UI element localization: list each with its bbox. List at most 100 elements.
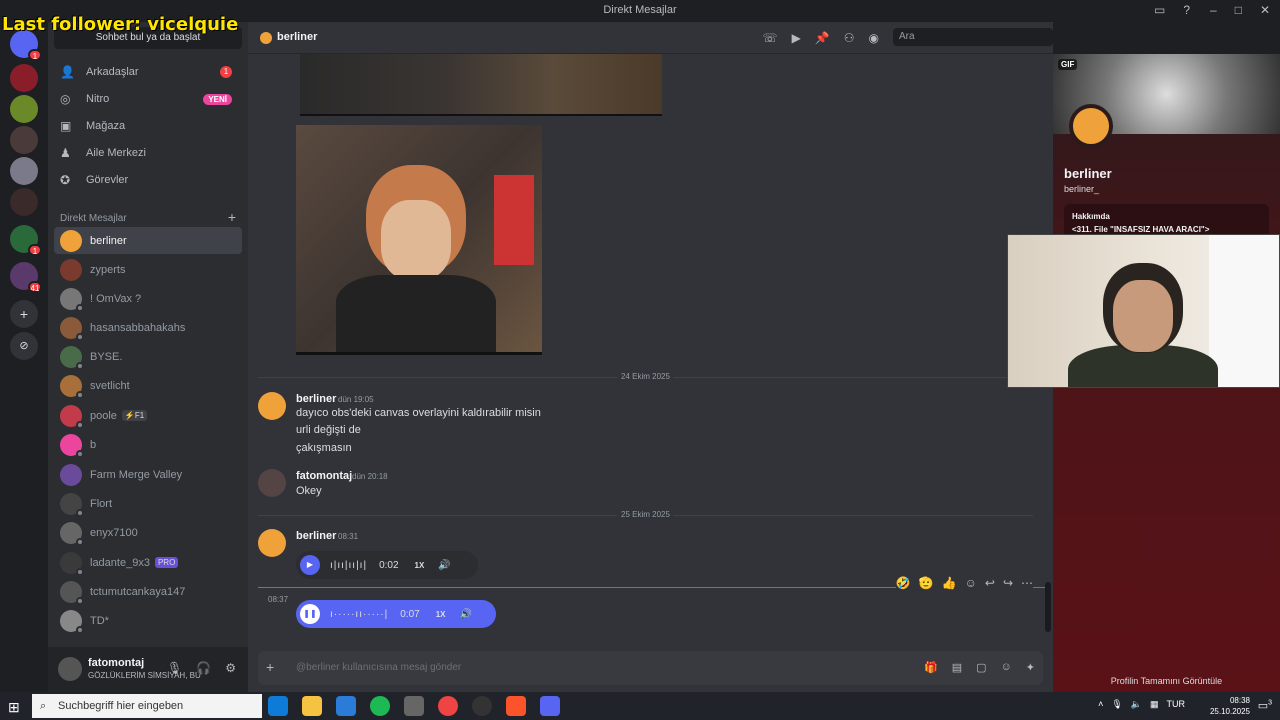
taskbar-search-input[interactable]: ⌕ Suchbegriff hier eingeben [32, 694, 262, 718]
avatar[interactable] [58, 657, 82, 681]
message-text: urli değişti de [296, 424, 361, 436]
calculator-icon[interactable] [404, 696, 424, 716]
store-icon[interactable] [336, 696, 356, 716]
avatar [60, 316, 84, 341]
add-friends-icon[interactable]: ⚇ [844, 31, 855, 49]
brave-icon[interactable] [506, 696, 526, 716]
dm-item[interactable]: b [54, 431, 242, 458]
chevron-up-icon[interactable]: ˄ [1098, 699, 1103, 710]
avatar[interactable] [258, 469, 286, 497]
obs-icon[interactable] [472, 696, 492, 716]
nav-quests[interactable]: ✪ Görevler [54, 168, 242, 192]
reaction-icon[interactable]: 🫡 [919, 576, 934, 590]
more-icon[interactable]: ⋯ [1021, 576, 1033, 590]
speaker-icon[interactable]: 🔈 [1131, 699, 1142, 710]
server-icon[interactable]: 1 [10, 225, 42, 256]
waveform[interactable]: ı|ıı|ıı|ı| [330, 560, 367, 571]
close-button[interactable]: ✕ [1260, 3, 1270, 17]
dm-item[interactable]: poole ⚡F1 [54, 402, 242, 429]
message-author[interactable]: berliner [296, 393, 336, 405]
emoji-icon[interactable]: ☺ [1001, 661, 1012, 674]
server-folder[interactable]: 41 [10, 262, 42, 293]
message-input[interactable]: @berliner kullanıcısına mesaj gönder [296, 662, 461, 673]
dm-item[interactable]: Farm Merge Valley [54, 461, 242, 488]
waveform[interactable]: ı·····ıı·····| [330, 609, 388, 620]
dm-item[interactable]: enyx7100 [54, 519, 242, 546]
pin-icon[interactable]: 📌 [815, 31, 830, 49]
nav-nitro[interactable]: ◎ Nitro YENİ [54, 87, 242, 111]
network-icon[interactable]: ▦ [1150, 699, 1159, 710]
search-input[interactable]: Ara [893, 28, 1053, 46]
inbox-icon[interactable]: ▭ [1154, 3, 1165, 17]
avatar[interactable] [258, 529, 286, 557]
volume-icon[interactable]: 🔊 [460, 609, 472, 620]
windows-start-icon[interactable]: ⊞ [8, 699, 20, 716]
dm-item[interactable]: zyperts [54, 256, 242, 283]
gift-icon[interactable]: 🎁 [924, 661, 938, 674]
nav-friends[interactable]: 👤 Arkadaşlar 1 [54, 60, 242, 84]
sticker-icon[interactable]: ▢ [976, 661, 986, 674]
system-clock[interactable]: 08:38 25.10.2025 [1210, 695, 1250, 717]
pause-button[interactable]: ❚❚ [300, 604, 320, 624]
dm-item[interactable]: tctumutcankaya147 [54, 578, 242, 605]
language-indicator[interactable]: TUR [1167, 699, 1186, 710]
playback-speed-button[interactable]: 1X [436, 610, 446, 619]
reply-icon[interactable]: ↩ [985, 576, 995, 590]
avatar[interactable] [1069, 104, 1113, 148]
server-icon[interactable] [10, 95, 38, 123]
microphone-icon[interactable]: 🎙 [167, 661, 182, 675]
add-reaction-icon[interactable]: ☺ [965, 576, 977, 590]
dm-item[interactable]: BYSE. [54, 343, 242, 370]
dm-item[interactable]: ladante_9x3 PRO [54, 549, 242, 576]
help-icon[interactable]: ? [1183, 3, 1190, 17]
dm-item[interactable]: svetlicht [54, 372, 242, 399]
nav-family-center[interactable]: ♟ Aile Merkezi [54, 141, 242, 165]
reaction-icon[interactable]: 👍 [942, 576, 957, 590]
date-divider: 24 Ekim 2025 [258, 372, 1033, 381]
headphones-icon[interactable]: 🎧 [196, 661, 211, 675]
gif-icon[interactable]: ▤ [952, 661, 962, 674]
dm-item[interactable]: hasansabbahakahs [54, 314, 242, 341]
reaction-icon[interactable]: 🤣 [896, 576, 911, 590]
image-attachment[interactable] [300, 54, 662, 116]
scrollbar[interactable] [1045, 582, 1051, 632]
dm-item-berliner[interactable]: berliner [54, 227, 242, 254]
dm-item[interactable]: TD* [54, 607, 242, 634]
spotify-icon[interactable] [370, 696, 390, 716]
server-icon[interactable] [10, 157, 38, 185]
user-profile-icon[interactable]: ◉ [869, 31, 879, 49]
message-text: Okey [296, 485, 322, 497]
notification-icon[interactable]: ▭3 [1258, 699, 1272, 712]
volume-icon[interactable]: 🔊 [438, 560, 450, 571]
discover-icon[interactable]: ⊘ [10, 332, 38, 360]
nav-shop[interactable]: ▣ Mağaza [54, 114, 242, 138]
create-dm-button[interactable]: + [228, 209, 236, 225]
image-attachment[interactable] [296, 125, 542, 355]
file-explorer-icon[interactable] [302, 696, 322, 716]
server-icon[interactable] [10, 188, 38, 216]
attach-button[interactable]: + [266, 659, 274, 675]
view-full-profile-button[interactable]: Profilin Tamamını Görüntüle [1053, 676, 1280, 686]
gear-icon[interactable]: ⚙ [225, 661, 236, 675]
minimize-button[interactable]: – [1210, 3, 1217, 17]
avatar [60, 580, 84, 605]
discord-icon[interactable] [540, 696, 560, 716]
message-author[interactable]: fatomontaj [296, 470, 352, 482]
chrome-icon[interactable] [438, 696, 458, 716]
server-icon[interactable] [10, 64, 38, 92]
apps-icon[interactable]: ✦ [1026, 661, 1035, 674]
message-author[interactable]: berliner [296, 530, 336, 542]
add-server-button[interactable]: + [10, 300, 38, 328]
play-button[interactable]: ▶ [300, 555, 320, 575]
dm-item[interactable]: Flort [54, 490, 242, 517]
edge-icon[interactable] [268, 696, 288, 716]
forward-icon[interactable]: ↪ [1003, 576, 1013, 590]
mic-icon[interactable]: 🎙 [1111, 699, 1122, 710]
maximize-button[interactable]: □ [1235, 3, 1242, 17]
server-icon[interactable] [10, 126, 38, 154]
avatar[interactable] [258, 392, 286, 420]
dm-item[interactable]: ! OmVax ? [54, 285, 242, 312]
playback-speed-button[interactable]: 1X [415, 561, 425, 570]
voice-call-icon[interactable]: ☏ [763, 31, 778, 49]
video-call-icon[interactable]: ▶ [792, 31, 801, 49]
